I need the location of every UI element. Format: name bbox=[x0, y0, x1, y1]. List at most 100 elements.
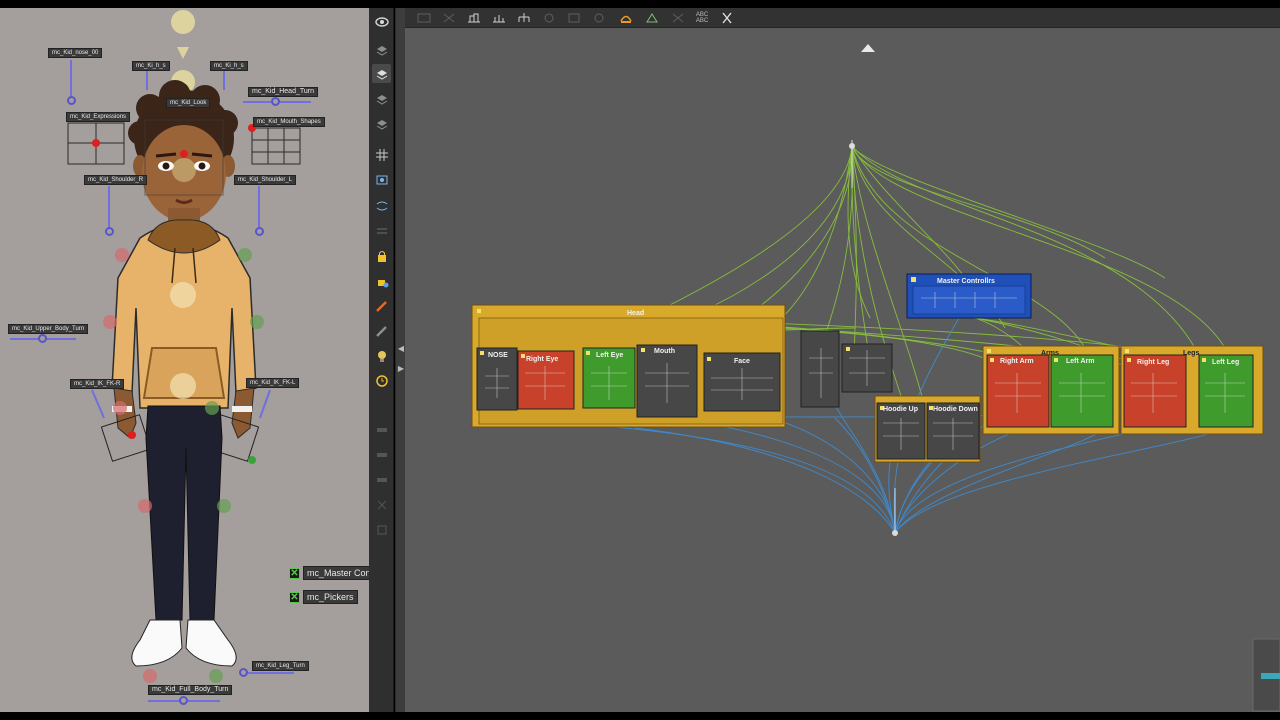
full-body-turn-slider-knob[interactable] bbox=[179, 696, 188, 705]
select-icon[interactable] bbox=[415, 10, 433, 26]
character-rig bbox=[67, 10, 301, 683]
zoom-icon[interactable] bbox=[541, 10, 559, 26]
upper-body-turn-label[interactable]: mc_Kid_Upper_Body_Turn bbox=[8, 324, 89, 334]
group-master-title: Master Controllrs bbox=[937, 278, 995, 285]
lock-icon[interactable] bbox=[372, 246, 391, 265]
node-view[interactable]: Head NOSE Right Eye Left Eye Mouth Face … bbox=[405, 28, 1280, 712]
node-mouth-label: Mouth bbox=[654, 348, 675, 355]
left-shoe bbox=[131, 619, 183, 667]
node-left-leg-label: Left Leg bbox=[1212, 359, 1239, 366]
dim-tool-icon[interactable] bbox=[372, 470, 391, 489]
small-a-label[interactable]: mc_Ki_h_s bbox=[132, 61, 170, 71]
watch-icon[interactable] bbox=[372, 371, 391, 390]
node-hoodie-down-label: Hoodie Down bbox=[933, 406, 978, 413]
node-left-arm bbox=[1050, 354, 1114, 428]
layers-icon[interactable] bbox=[372, 89, 391, 108]
master-controller-label: mc_Master Contr bbox=[303, 566, 369, 580]
upper-body-turn-slider-knob[interactable] bbox=[38, 334, 47, 343]
collapse-left-icon[interactable]: ◀ bbox=[397, 344, 405, 356]
mouth-shapes-label[interactable]: mc_Kid_Mouth_Shapes bbox=[253, 117, 325, 127]
camera-icon[interactable] bbox=[372, 170, 391, 189]
leg-turn-slider-knob[interactable] bbox=[239, 668, 248, 677]
node-graph[interactable]: Head NOSE Right Eye Left Eye Mouth Face … bbox=[405, 28, 1280, 712]
small-a-slider-track[interactable] bbox=[146, 68, 148, 90]
node-right-leg-label: Right Leg bbox=[1137, 359, 1169, 366]
full-body-turn-label[interactable]: mc_Kid_Full_Body_Turn bbox=[148, 685, 233, 695]
prefs-icon[interactable] bbox=[669, 10, 687, 26]
ungroup-icon[interactable] bbox=[490, 10, 508, 26]
rename-icon[interactable]: ABC ABC bbox=[693, 10, 711, 26]
pants bbox=[145, 405, 223, 621]
nose-label[interactable]: mc_Kid_nose_00 bbox=[48, 48, 103, 58]
fit-icon[interactable] bbox=[590, 10, 608, 26]
node-left-eye-label: Left Eye bbox=[596, 352, 623, 359]
panel-splitter[interactable]: ◀ ▶ bbox=[395, 8, 405, 712]
ik-fk-r-label[interactable]: mc_Kid_IK_FK-R bbox=[70, 379, 125, 389]
pencil-icon[interactable] bbox=[372, 321, 391, 340]
lock-add-icon[interactable] bbox=[372, 271, 391, 290]
grid-icon[interactable] bbox=[372, 145, 391, 164]
bottom-letterbox bbox=[0, 712, 1280, 720]
nose-slider-knob[interactable] bbox=[67, 96, 76, 105]
node-view-top-toolbar: ABC ABC bbox=[405, 8, 1280, 28]
master-controller-toggle[interactable]: ✕ mc_Master Contr bbox=[289, 566, 369, 580]
network-icon[interactable] bbox=[643, 10, 661, 26]
node-left-arm-label: Left Arm bbox=[1066, 358, 1095, 365]
layers-icon[interactable] bbox=[372, 114, 391, 133]
backdrop-icon[interactable] bbox=[617, 10, 635, 26]
checkbox-icon[interactable]: ✕ bbox=[289, 591, 300, 603]
small-b-slider-track[interactable] bbox=[223, 68, 225, 90]
group-head-title: Head bbox=[627, 310, 644, 317]
shoulder-r-slider-track[interactable] bbox=[108, 186, 110, 232]
mouth-shapes-grid bbox=[251, 127, 301, 165]
node-nose-label: NOSE bbox=[488, 352, 508, 359]
dim-tool-icon[interactable] bbox=[372, 495, 391, 514]
separator-icon bbox=[372, 221, 391, 240]
pickers-label: mc_Pickers bbox=[303, 590, 358, 604]
node-face-label: Face bbox=[734, 358, 750, 365]
shoulder-l-slider-track[interactable] bbox=[258, 186, 260, 232]
rename-label-bottom: ABC bbox=[695, 18, 709, 24]
zoom-out-icon[interactable] bbox=[565, 10, 583, 26]
pickers-toggle[interactable]: ✕ mc_Pickers bbox=[289, 590, 358, 604]
checkbox-icon[interactable]: ✕ bbox=[289, 567, 300, 579]
layers-active-icon[interactable] bbox=[372, 64, 391, 83]
dim-tool-icon[interactable] bbox=[372, 445, 391, 464]
expand-right-icon[interactable]: ▶ bbox=[397, 364, 405, 376]
head-turn-label[interactable]: mc_Kid_Head_Turn bbox=[248, 87, 318, 97]
right-shoe bbox=[185, 619, 237, 667]
camera-view[interactable]: mc_Kid_nose_00 mc_Ki_h_s mc_Ki_h_s mc_Ki… bbox=[0, 8, 369, 712]
node-hoodie-up-label: Hoodie Up bbox=[883, 406, 918, 413]
head-ctrl-circle bbox=[171, 10, 195, 34]
shoulder-r-label[interactable]: mc_Kid_Shoulder_R bbox=[84, 175, 148, 185]
top-letterbox bbox=[0, 0, 1280, 8]
dim-tool-icon[interactable] bbox=[372, 520, 391, 539]
ik-fk-l-label[interactable]: mc_Kid_IK_FK-L bbox=[246, 378, 300, 388]
node-right-arm-label: Right Arm bbox=[1000, 358, 1034, 365]
look-target bbox=[180, 150, 188, 158]
pencil-icon[interactable] bbox=[372, 296, 391, 315]
shoulder-r-slider-knob[interactable] bbox=[105, 227, 114, 236]
look-label[interactable]: mc_Kid_Look bbox=[166, 98, 211, 108]
leg-turn-slider-track[interactable] bbox=[240, 672, 294, 674]
tree-icon[interactable] bbox=[515, 10, 533, 26]
leg-turn-label[interactable]: mc_Kid_Leg_Turn bbox=[252, 661, 309, 671]
layers-icon[interactable] bbox=[372, 40, 391, 59]
shoulder-l-label[interactable]: mc_Kid_Shoulder_L bbox=[234, 175, 297, 185]
small-b-label[interactable]: mc_Ki_h_s bbox=[210, 61, 248, 71]
bulb-icon[interactable] bbox=[372, 346, 391, 365]
head-turn-slider-knob[interactable] bbox=[271, 97, 280, 106]
head-ctrl-triangle bbox=[177, 47, 189, 59]
eye-icon[interactable] bbox=[372, 12, 391, 31]
cut-icon[interactable] bbox=[718, 10, 736, 26]
expressions-label[interactable]: mc_Kid_Expressions bbox=[66, 112, 131, 122]
group-icon[interactable] bbox=[465, 10, 483, 26]
node-right-arm bbox=[986, 354, 1050, 428]
deselect-icon[interactable] bbox=[440, 10, 458, 26]
node-view-side-toolbar bbox=[369, 8, 394, 712]
dim-tool-icon[interactable] bbox=[372, 420, 391, 439]
onion-skin-icon[interactable] bbox=[372, 196, 391, 215]
node-generic bbox=[800, 330, 840, 408]
scroll-up-icon bbox=[861, 44, 875, 52]
shoulder-l-slider-knob[interactable] bbox=[255, 227, 264, 236]
